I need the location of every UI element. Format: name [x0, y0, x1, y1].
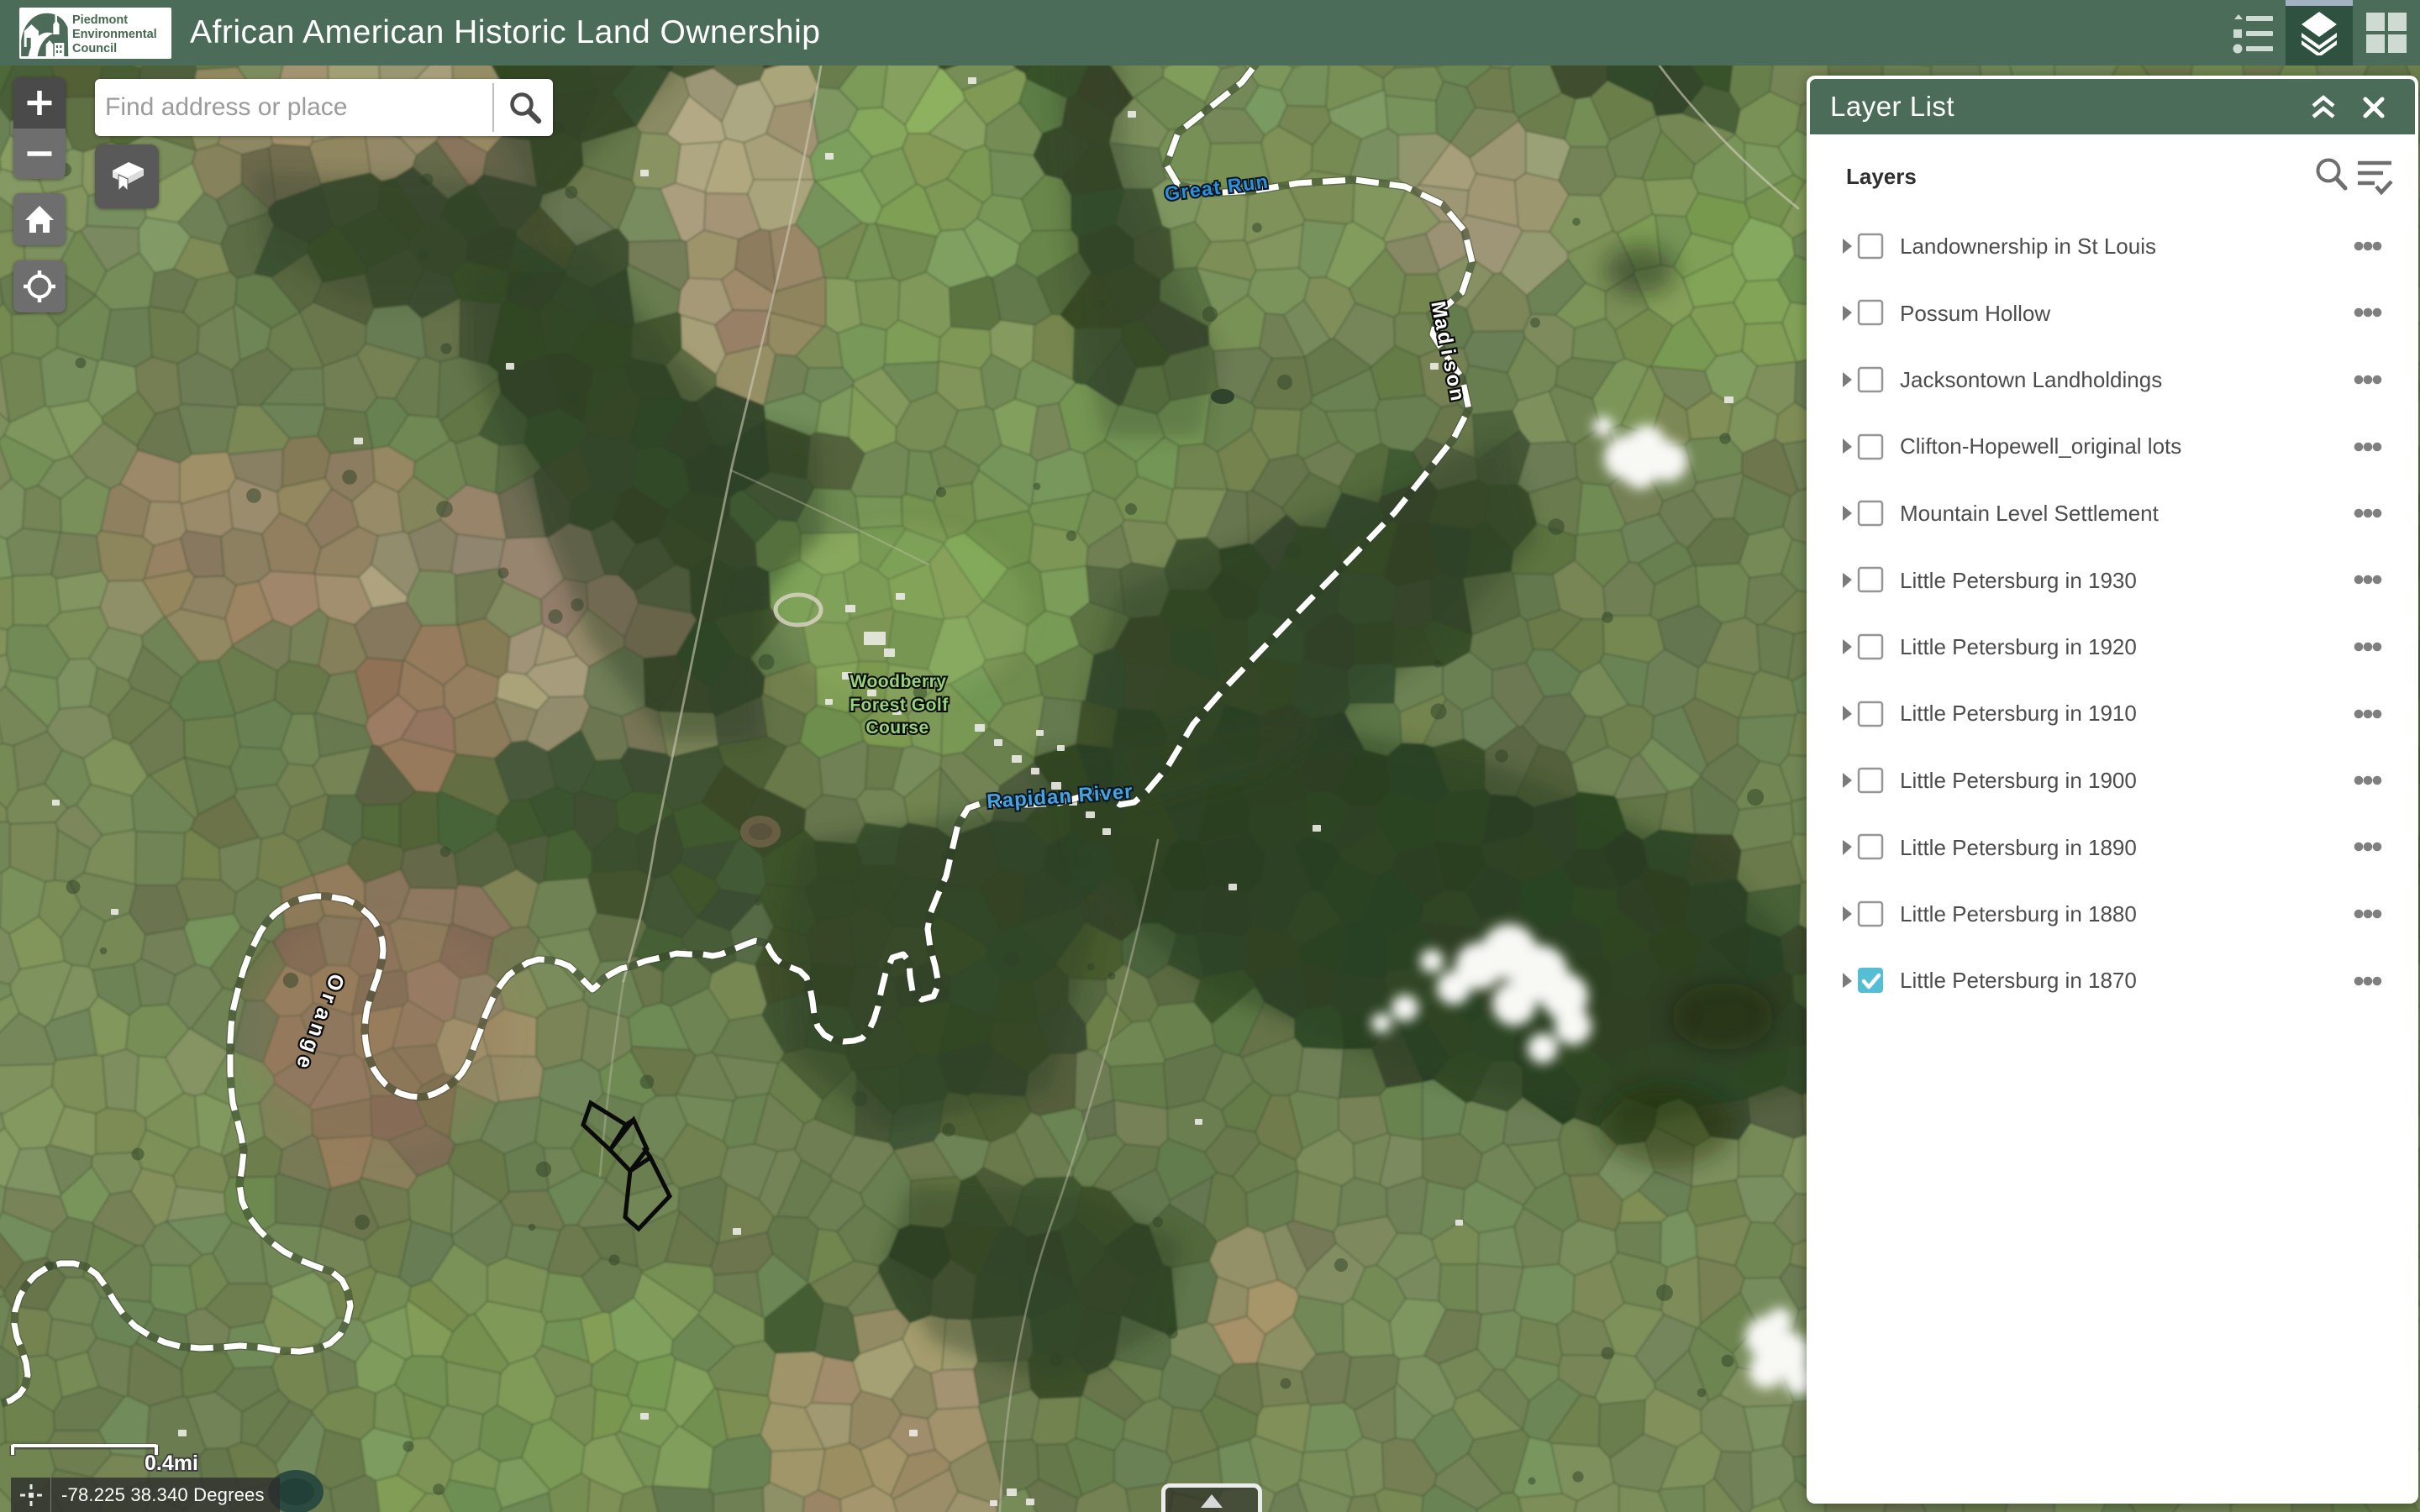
svg-text:Mountain Level Settlement: Mountain Level Settlement	[1900, 501, 2160, 526]
svg-text:Layers: Layers	[1846, 164, 1917, 189]
svg-text:Little Petersburg in 1900: Little Petersburg in 1900	[1900, 768, 2137, 793]
svg-text:Little Petersburg in 1870: Little Petersburg in 1870	[1900, 968, 2137, 993]
svg-text:Piedmont: Piedmont	[72, 13, 128, 27]
svg-text:Clifton-Hopewell_original lots: Clifton-Hopewell_original lots	[1900, 433, 2181, 459]
svg-text:Possum Hollow: Possum Hollow	[1900, 301, 2050, 326]
svg-text:Landownership in St Louis: Landownership in St Louis	[1900, 234, 2156, 259]
svg-text:Environmental: Environmental	[72, 28, 157, 41]
svg-text:Council: Council	[72, 42, 117, 55]
svg-text:Jacksontown Landholdings: Jacksontown Landholdings	[1900, 367, 2162, 392]
svg-text:Little Petersburg in 1890: Little Petersburg in 1890	[1900, 835, 2137, 860]
svg-text:Little Petersburg in 1910: Little Petersburg in 1910	[1900, 701, 2137, 726]
svg-text:Little Petersburg in 1920: Little Petersburg in 1920	[1900, 634, 2137, 659]
svg-text:Little Petersburg in 1930: Little Petersburg in 1930	[1900, 568, 2137, 593]
svg-text:Little Petersburg in 1880: Little Petersburg in 1880	[1900, 901, 2137, 927]
